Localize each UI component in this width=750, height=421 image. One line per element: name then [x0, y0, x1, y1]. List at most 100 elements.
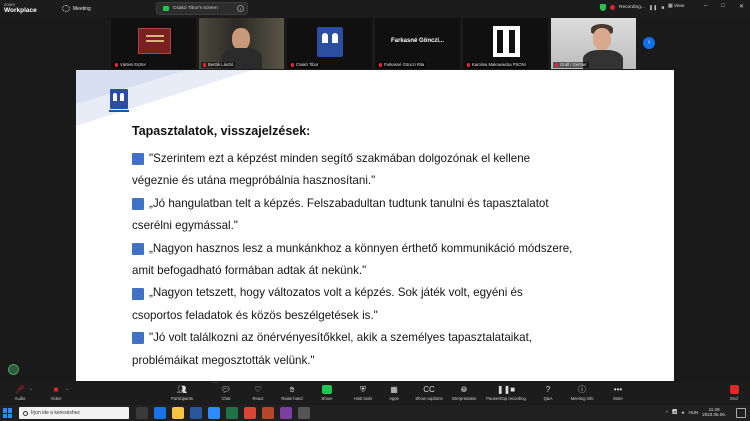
- file-explorer-icon[interactable]: [172, 407, 184, 419]
- taskbar-search[interactable]: Írjon ide a kereséshez: [19, 407, 129, 419]
- notification-icon[interactable]: [736, 408, 746, 418]
- apps-button[interactable]: ▦ Apps: [376, 385, 412, 401]
- feedback-line-cont: amit befogadható formában adtak át nekün…: [132, 260, 652, 282]
- raise-hand-button[interactable]: ✋︎ Raise hand: [274, 385, 310, 401]
- participant-tile[interactable]: Karolina Makowiecka PSONI: [463, 18, 548, 69]
- feedback-text: végeznie és utána megpróbálnia hasznosít…: [132, 174, 376, 188]
- record-dot-icon: [610, 5, 615, 10]
- participant-name-text: Vártesi Eszter: [120, 62, 147, 67]
- feedback-line-start: "Jó volt találkozni az önérvényesítőkkel…: [132, 327, 652, 349]
- participant-tile[interactable]: Grafl / Gertner: [551, 18, 636, 69]
- apps-label: Apps: [389, 396, 399, 401]
- participant-name-text: Csakó Tibor: [296, 62, 319, 67]
- feedback-text: "Szerintem ezt a képzést minden segítő s…: [149, 152, 531, 165]
- camera-status-icon[interactable]: [8, 364, 19, 375]
- more-icon: •••: [613, 385, 623, 394]
- interpretation-label: Interpretation: [451, 396, 477, 401]
- organization-logo-icon: [493, 26, 520, 57]
- feedback-line-start: „Nagyon hasznos lesz a munkánkhoz a könn…: [132, 238, 652, 260]
- volume-icon[interactable]: 🔊︎: [682, 410, 685, 415]
- bullet-square-icon: [132, 287, 144, 300]
- chat-button[interactable]: 💬︎ Chat: [208, 385, 244, 401]
- participant-tile[interactable]: Farkasné Gönczi... Farkasné Gönczi Rita: [375, 18, 460, 69]
- qa-button[interactable]: ? Q&A: [530, 385, 566, 401]
- share-label: Share: [321, 396, 333, 401]
- feedback-list: "Szerintem ezt a képzést minden segítő s…: [132, 148, 652, 372]
- view-label: View: [673, 4, 685, 9]
- participant-tile[interactable]: Vártesi Eszter: [111, 18, 196, 69]
- feedback-text: „Nagyon hasznos lesz a munkánkhoz a könn…: [149, 241, 573, 255]
- app-icon[interactable]: [280, 407, 292, 419]
- task-view-icon[interactable]: [136, 407, 148, 419]
- feedback-text: „Jó hangulatban telt a képzés. Felszabad…: [149, 196, 549, 210]
- bullet-square-icon: [132, 332, 144, 345]
- feedback-text: "Jó volt találkozni az önérvényesítőkkel…: [149, 331, 533, 345]
- os-taskbar: Írjon ide a kereséshez ^ 📶︎ 🔊︎ HUN 11:28…: [0, 405, 750, 421]
- audio-options-caret-icon[interactable]: ^: [30, 387, 32, 392]
- network-icon[interactable]: 📶︎: [672, 409, 678, 415]
- stop-icon[interactable]: ■: [661, 5, 664, 11]
- captions-button[interactable]: CC Show captions: [411, 385, 447, 401]
- window-controls: – □ ✕: [704, 3, 744, 10]
- audio-label: Audio: [14, 396, 26, 401]
- tray-chevron-icon[interactable]: ^: [666, 410, 668, 415]
- minimize-icon[interactable]: –: [704, 3, 707, 10]
- chat-icon: 💬︎: [220, 385, 232, 394]
- audio-button[interactable]: 🎤︎ Audio ^: [2, 385, 38, 401]
- close-icon[interactable]: ✕: [739, 3, 744, 10]
- slide-title: Tapasztalatok, visszajelzések:: [132, 124, 311, 138]
- participants-label: Participants: [171, 396, 193, 401]
- screen-share-pill[interactable]: Csakó Tibor's screen •: [156, 2, 248, 15]
- meeting-menu[interactable]: Meeting: [62, 5, 91, 12]
- system-tray: ^ 📶︎ 🔊︎ HUN 11:28 2023.06.06.: [666, 407, 726, 417]
- edge-icon[interactable]: [154, 407, 166, 419]
- slide-corner-decoration-inner: [76, 70, 186, 104]
- participant-name-text: Farkasné Gönczi Rita: [384, 62, 425, 67]
- feedback-text: amit befogadható formában adtak át nekün…: [132, 263, 367, 277]
- participant-tile[interactable]: Csakó Tibor: [287, 18, 372, 69]
- mic-muted-icon: [291, 63, 294, 67]
- recording-status[interactable]: Recording... ❚❚ ■: [600, 4, 664, 11]
- meeting-info-button[interactable]: ⓘ Meeting info: [564, 385, 600, 401]
- mic-muted-icon: [203, 63, 206, 67]
- react-button[interactable]: ♡ React: [240, 385, 276, 401]
- shield-icon: [600, 4, 606, 11]
- participant-display-name: Farkasné Gönczi...: [390, 38, 445, 44]
- pause-recording-button[interactable]: ❚❚■ Pause/stop recording: [486, 385, 526, 401]
- end-button[interactable]: End: [724, 385, 744, 401]
- more-button[interactable]: ••• More: [600, 385, 636, 401]
- video-button[interactable]: ■ Video ^: [38, 385, 74, 401]
- language-indicator[interactable]: HUN: [688, 410, 698, 415]
- participants-button[interactable]: 👥︎ Participants: [164, 385, 200, 401]
- feedback-text: problémáikat megosztották velünk.": [132, 353, 315, 367]
- view-button[interactable]: ▦ View: [668, 4, 684, 9]
- pill-options-icon[interactable]: •: [237, 5, 244, 12]
- captions-label: Show captions: [415, 396, 443, 401]
- participant-name: Grafl / Gertner: [553, 62, 589, 68]
- pause-icon[interactable]: ❚❚: [649, 5, 657, 11]
- word-icon[interactable]: [190, 407, 202, 419]
- powerpoint-icon[interactable]: [262, 407, 274, 419]
- pause-stop-icon: ❚❚■: [496, 385, 516, 394]
- chrome-icon[interactable]: [244, 407, 256, 419]
- app-icon[interactable]: [298, 407, 310, 419]
- next-page-chevron-icon[interactable]: ›: [643, 37, 655, 49]
- interpretation-button[interactable]: 🌐︎ Interpretation: [446, 385, 482, 401]
- participant-tile-active[interactable]: Bertók László: [199, 18, 284, 69]
- windows-start-icon[interactable]: [3, 408, 13, 418]
- participant-name-text: Grafl / Gertner: [560, 62, 587, 67]
- search-placeholder: Írjon ide a kereséshez: [31, 410, 80, 416]
- maximize-icon[interactable]: □: [721, 3, 725, 10]
- video-options-caret-icon[interactable]: ^: [66, 387, 68, 392]
- title-bar: zoom Workplace Meeting Csakó Tibor's scr…: [0, 0, 750, 17]
- clock[interactable]: 11:28 2023.06.06.: [702, 407, 726, 417]
- shield-icon: ⛨: [360, 385, 366, 394]
- participant-name-text: Karolina Makowiecka PSONI: [472, 62, 526, 67]
- excel-icon[interactable]: [226, 407, 238, 419]
- share-screen-icon: [322, 385, 332, 394]
- recording-label: Recording...: [619, 5, 645, 10]
- mic-muted-icon: [115, 63, 118, 67]
- share-screen-icon: [163, 6, 169, 11]
- share-button[interactable]: Share: [309, 385, 345, 401]
- zoom-icon[interactable]: [208, 407, 220, 419]
